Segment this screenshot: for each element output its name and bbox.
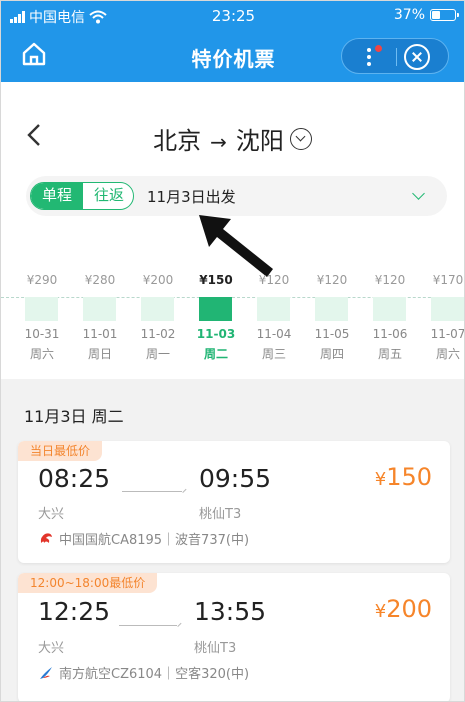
date-label: 11-04 — [256, 327, 292, 341]
nav-bar: 特价机票 — [1, 31, 464, 82]
flight-list: 11月3日 周二 当日最低价 08:25 09:55 大兴 桃仙T3 ¥150 … — [1, 379, 464, 701]
airline-info: 中国国航CA8195｜波音737(中) — [59, 533, 250, 548]
date-label: 10-31 — [24, 327, 60, 341]
battery-percent: 37% — [393, 7, 425, 23]
date-option-11-02[interactable]: ¥200 11-02 周一 — [133, 263, 183, 363]
list-date-heading: 11月3日 周二 — [24, 407, 124, 426]
battery-icon — [430, 9, 459, 21]
flight-card[interactable]: 当日最低价 08:25 09:55 大兴 桃仙T3 ¥150 中国国航CA819… — [18, 441, 450, 563]
time-range-lowest-badge: 12:00~18:00最低价 — [18, 573, 158, 593]
date-option-11-01[interactable]: ¥280 11-01 周日 — [75, 263, 125, 363]
chevron-down-icon[interactable] — [289, 128, 312, 150]
date-label: 11-03 — [196, 327, 236, 341]
notification-dot — [375, 45, 382, 52]
date-option-11-06[interactable]: ¥120 11-06 周五 — [365, 263, 415, 363]
price-bar — [25, 297, 58, 321]
route-selector[interactable]: 北京 → 沈阳 — [1, 121, 464, 156]
origin-city: 北京 — [153, 127, 202, 155]
arrival-time: 13:55 — [194, 597, 267, 626]
weekday-label: 周日 — [87, 347, 112, 361]
flight-arrow — [122, 491, 182, 492]
mini-program-capsule — [341, 38, 449, 74]
trip-options: 单程 往返 11月3日出发 — [26, 176, 447, 216]
date-option-11-04[interactable]: ¥120 11-04 周三 — [249, 263, 299, 363]
weekday-label: 周一 — [145, 347, 170, 361]
airline-row: 中国国航CA8195｜波音737(中) — [38, 529, 249, 548]
header: 中国电信 23:25 37% 特价机票 — [1, 1, 464, 82]
airline-info: 南方航空CZ6104｜空客320(中) — [59, 667, 250, 682]
price-bar — [199, 297, 232, 321]
close-icon[interactable] — [404, 44, 430, 70]
date-price: ¥170 — [432, 273, 464, 287]
airline-row: 南方航空CZ6104｜空客320(中) — [38, 663, 249, 682]
date-option-11-03[interactable]: ¥150 11-03 周二 — [191, 263, 241, 363]
destination-city: 沈阳 — [235, 127, 284, 155]
arrival-airport: 桃仙T3 — [194, 641, 237, 656]
price-bar — [315, 297, 348, 321]
date-option-11-07[interactable]: ¥170 11-07 周六 — [423, 263, 465, 363]
one-way-tab[interactable]: 单程 — [31, 183, 83, 209]
price-bar — [83, 297, 116, 321]
date-option-10-31[interactable]: ¥290 10-31 周六 — [17, 263, 67, 363]
date-price: ¥120 — [316, 273, 348, 287]
departure-date[interactable]: 11月3日出发 — [147, 186, 236, 207]
date-label: 11-06 — [372, 327, 408, 341]
departure-time: 08:25 — [38, 464, 111, 493]
departure-airport: 大兴 — [38, 641, 65, 656]
price-bar — [373, 297, 406, 321]
date-label: 11-01 — [82, 327, 118, 341]
date-price: ¥200 — [142, 273, 174, 287]
date-label: 11-02 — [140, 327, 176, 341]
air-china-logo-icon — [40, 532, 52, 543]
date-price: ¥120 — [374, 273, 406, 287]
date-price: ¥290 — [26, 273, 58, 287]
flight-price: ¥200 — [374, 595, 432, 623]
date-option-11-05[interactable]: ¥120 11-05 周四 — [307, 263, 357, 363]
flight-price: ¥150 — [374, 463, 432, 491]
price-bar — [257, 297, 290, 321]
route-arrow: → — [210, 130, 227, 154]
battery-info: 37% — [393, 7, 459, 23]
arrival-time: 09:55 — [199, 464, 272, 493]
app-frame: 中国电信 23:25 37% 特价机票 北京 → 沈阳 单程 往返 11月3日出… — [0, 0, 465, 702]
price-bar — [141, 297, 174, 321]
weekday-label: 周六 — [435, 347, 460, 361]
flight-arrow — [119, 625, 177, 626]
round-trip-tab[interactable]: 往返 — [83, 183, 133, 209]
weekday-label: 周三 — [261, 347, 286, 361]
arrival-airport: 桃仙T3 — [199, 507, 242, 522]
departure-airport: 大兴 — [38, 507, 65, 522]
chevron-down-icon[interactable] — [412, 187, 425, 200]
more-icon[interactable] — [342, 39, 396, 75]
date-price: ¥120 — [258, 273, 290, 287]
china-southern-logo-icon — [40, 666, 52, 679]
status-bar: 中国电信 23:25 37% — [1, 1, 464, 31]
price-bar — [431, 297, 464, 321]
flight-card[interactable]: 12:00~18:00最低价 12:25 13:55 大兴 桃仙T3 ¥200 … — [18, 573, 450, 701]
date-price-strip: ¥290 10-31 周六 ¥280 11-01 周日 ¥200 11-02 周一 ¥150 11-… — [1, 263, 465, 371]
date-price: ¥280 — [84, 273, 116, 287]
date-price: ¥150 — [199, 273, 233, 287]
departure-time: 12:25 — [38, 597, 111, 626]
trip-type-toggle[interactable]: 单程 往返 — [30, 182, 134, 210]
date-label: 11-07 — [430, 327, 465, 341]
weekday-label: 周四 — [319, 347, 344, 361]
weekday-label: 周二 — [203, 347, 228, 361]
weekday-label: 周五 — [377, 347, 402, 361]
date-label: 11-05 — [314, 327, 350, 341]
weekday-label: 周六 — [29, 347, 54, 361]
lowest-price-badge: 当日最低价 — [18, 441, 103, 461]
